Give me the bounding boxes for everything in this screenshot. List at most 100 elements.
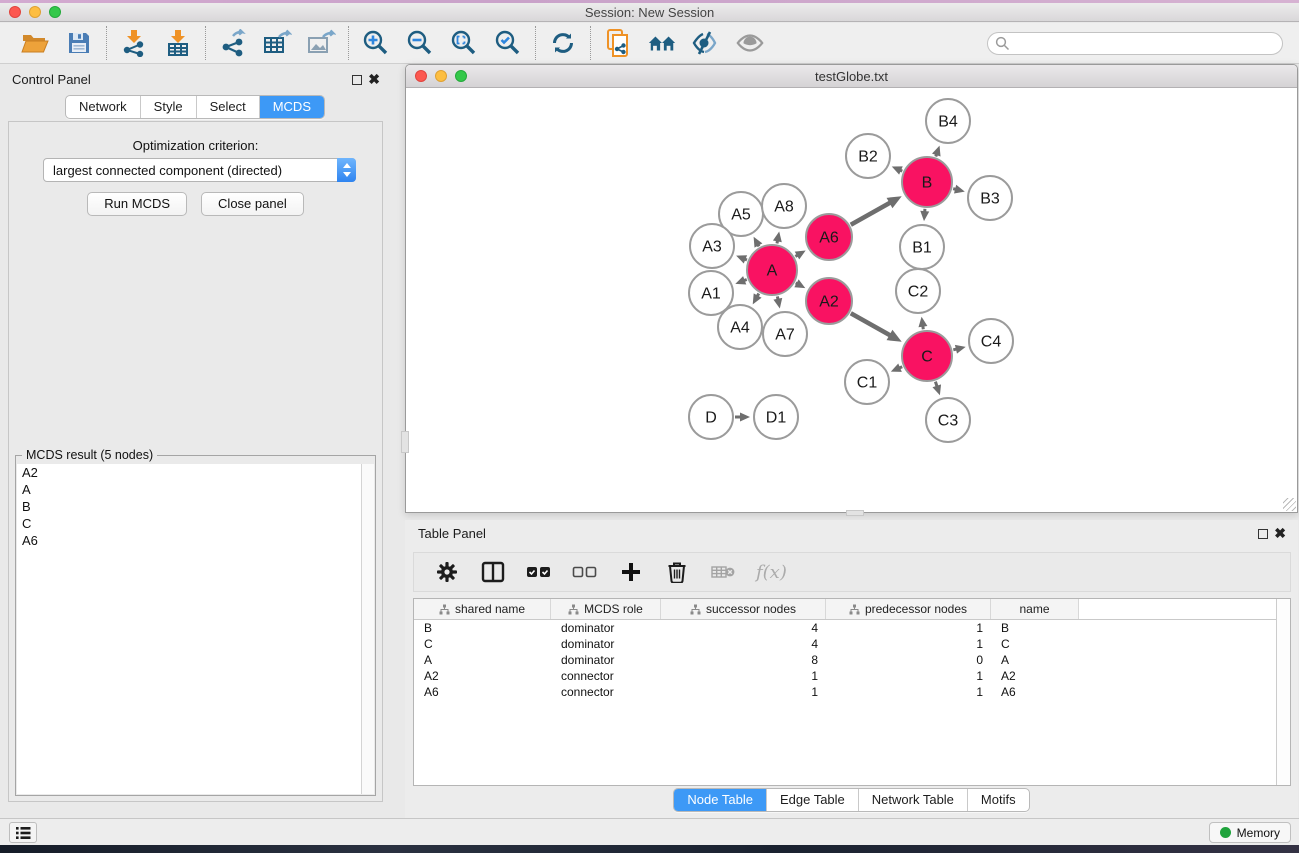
table-row[interactable]: A6connector11A6 xyxy=(414,684,1290,700)
graph-edge-A6-B[interactable] xyxy=(851,202,892,225)
splitter-grip[interactable] xyxy=(846,510,864,516)
splitter-grip[interactable] xyxy=(401,431,409,453)
dropdown-stepper-icon[interactable] xyxy=(337,158,356,182)
table-cell[interactable]: 1 xyxy=(661,669,826,683)
optimization-criterion-dropdown[interactable]: largest connected component (directed) xyxy=(43,158,356,182)
import-table-icon[interactable] xyxy=(163,28,193,58)
table-cell[interactable]: A xyxy=(414,653,551,667)
export-network-icon[interactable] xyxy=(218,28,248,58)
graph-node-label: C1 xyxy=(857,375,878,392)
save-session-icon[interactable] xyxy=(64,28,94,58)
table-cell[interactable]: 4 xyxy=(661,637,826,651)
graph-node-label: D1 xyxy=(766,410,787,427)
table-cell[interactable]: dominator xyxy=(551,653,661,667)
close-panel-button[interactable]: Close panel xyxy=(201,192,304,216)
mcds-result-item[interactable]: B xyxy=(17,498,362,515)
table-cell[interactable]: B xyxy=(414,621,551,635)
show-details-icon[interactable] xyxy=(735,28,765,58)
tab-style[interactable]: Style xyxy=(141,96,197,118)
graph-node-label: B1 xyxy=(912,240,932,257)
column-header-name[interactable]: name xyxy=(991,599,1079,619)
tab-node-table[interactable]: Node Table xyxy=(674,789,767,811)
table-cell[interactable]: 1 xyxy=(661,685,826,699)
table-cell[interactable]: B xyxy=(991,621,1079,635)
table-cell[interactable]: 4 xyxy=(661,621,826,635)
table-cell[interactable]: A2 xyxy=(991,669,1079,683)
export-image-icon[interactable] xyxy=(306,28,336,58)
graph-node-label: A2 xyxy=(819,294,839,311)
memory-button[interactable]: Memory xyxy=(1209,822,1291,843)
mcds-result-list[interactable]: A2ABCA6 xyxy=(17,464,362,794)
function-builder-icon[interactable]: f(x) xyxy=(756,562,787,583)
search-input[interactable] xyxy=(987,32,1283,55)
import-network-icon[interactable] xyxy=(119,28,149,58)
table-cell[interactable]: A6 xyxy=(991,685,1079,699)
refresh-layout-icon[interactable] xyxy=(548,28,578,58)
show-columns-icon[interactable] xyxy=(480,559,506,585)
graph-node-label: C4 xyxy=(981,334,1002,351)
table-cell[interactable]: A6 xyxy=(414,685,551,699)
table-cell[interactable]: connector xyxy=(551,669,661,683)
graph-node-label: A8 xyxy=(774,199,794,216)
float-panel-icon[interactable] xyxy=(352,75,362,85)
result-list-scrollbar[interactable] xyxy=(361,464,374,794)
delete-table-icon[interactable] xyxy=(710,559,736,585)
table-scrollbar[interactable] xyxy=(1276,599,1290,785)
tab-motifs[interactable]: Motifs xyxy=(968,789,1029,811)
table-cell[interactable]: A2 xyxy=(414,669,551,683)
hide-details-icon[interactable] xyxy=(691,28,721,58)
mcds-result-item[interactable]: C xyxy=(17,515,362,532)
column-header-shared-name[interactable]: shared name xyxy=(414,599,551,619)
table-cell[interactable]: 0 xyxy=(826,653,991,667)
tab-network-table[interactable]: Network Table xyxy=(859,789,968,811)
table-cell[interactable]: C xyxy=(414,637,551,651)
column-header-mcds-role[interactable]: MCDS role xyxy=(551,599,661,619)
run-mcds-button[interactable]: Run MCDS xyxy=(87,192,187,216)
tab-mcds[interactable]: MCDS xyxy=(260,96,324,118)
table-row[interactable]: Adominator80A xyxy=(414,652,1290,668)
zoom-selected-icon[interactable] xyxy=(493,28,523,58)
table-cell[interactable]: dominator xyxy=(551,637,661,651)
zoom-in-icon[interactable] xyxy=(361,28,391,58)
task-history-button[interactable] xyxy=(9,822,37,843)
table-cell[interactable]: connector xyxy=(551,685,661,699)
table-cell[interactable]: A xyxy=(991,653,1079,667)
float-panel-icon[interactable] xyxy=(1258,529,1268,539)
table-cell[interactable]: 1 xyxy=(826,621,991,635)
graph-edge-A2-C[interactable] xyxy=(851,313,892,336)
mcds-result-item[interactable]: A6 xyxy=(17,532,362,549)
tab-select[interactable]: Select xyxy=(197,96,260,118)
memory-label: Memory xyxy=(1237,826,1280,840)
deselect-all-checkboxes-icon[interactable] xyxy=(572,559,598,585)
tab-edge-table[interactable]: Edge Table xyxy=(767,789,859,811)
table-cell[interactable]: 8 xyxy=(661,653,826,667)
network-canvas[interactable]: B4B2BB3A5A8A6A3B1AA1C2A2A4A7C4CC1C3DD1 xyxy=(406,88,1297,512)
export-table-icon[interactable] xyxy=(262,28,292,58)
close-panel-icon[interactable]: ✖ xyxy=(368,70,380,88)
open-session-icon[interactable] xyxy=(20,28,50,58)
table-cell[interactable]: 1 xyxy=(826,685,991,699)
delete-columns-icon[interactable] xyxy=(664,559,690,585)
zoom-out-icon[interactable] xyxy=(405,28,435,58)
mcds-result-item[interactable]: A xyxy=(17,481,362,498)
add-column-icon[interactable] xyxy=(618,559,644,585)
table-row[interactable]: Bdominator41B xyxy=(414,620,1290,636)
network-file-icon[interactable] xyxy=(603,28,633,58)
close-panel-icon[interactable]: ✖ xyxy=(1274,524,1286,542)
select-all-checkboxes-icon[interactable] xyxy=(526,559,552,585)
table-row[interactable]: Cdominator41C xyxy=(414,636,1290,652)
table-cell[interactable]: 1 xyxy=(826,637,991,651)
titlebar: Session: New Session xyxy=(0,3,1299,22)
table-cell[interactable]: dominator xyxy=(551,621,661,635)
column-header-predecessor-nodes[interactable]: predecessor nodes xyxy=(826,599,991,619)
table-cell[interactable]: 1 xyxy=(826,669,991,683)
mcds-result-item[interactable]: A2 xyxy=(17,464,362,481)
table-cell[interactable]: C xyxy=(991,637,1079,651)
window-resize-grip[interactable] xyxy=(1283,498,1296,511)
zoom-fit-icon[interactable] xyxy=(449,28,479,58)
column-header-successor-nodes[interactable]: successor nodes xyxy=(661,599,826,619)
table-row[interactable]: A2connector11A2 xyxy=(414,668,1290,684)
tab-network[interactable]: Network xyxy=(66,96,141,118)
home-icon[interactable] xyxy=(647,28,677,58)
settings-gear-icon[interactable] xyxy=(434,559,460,585)
